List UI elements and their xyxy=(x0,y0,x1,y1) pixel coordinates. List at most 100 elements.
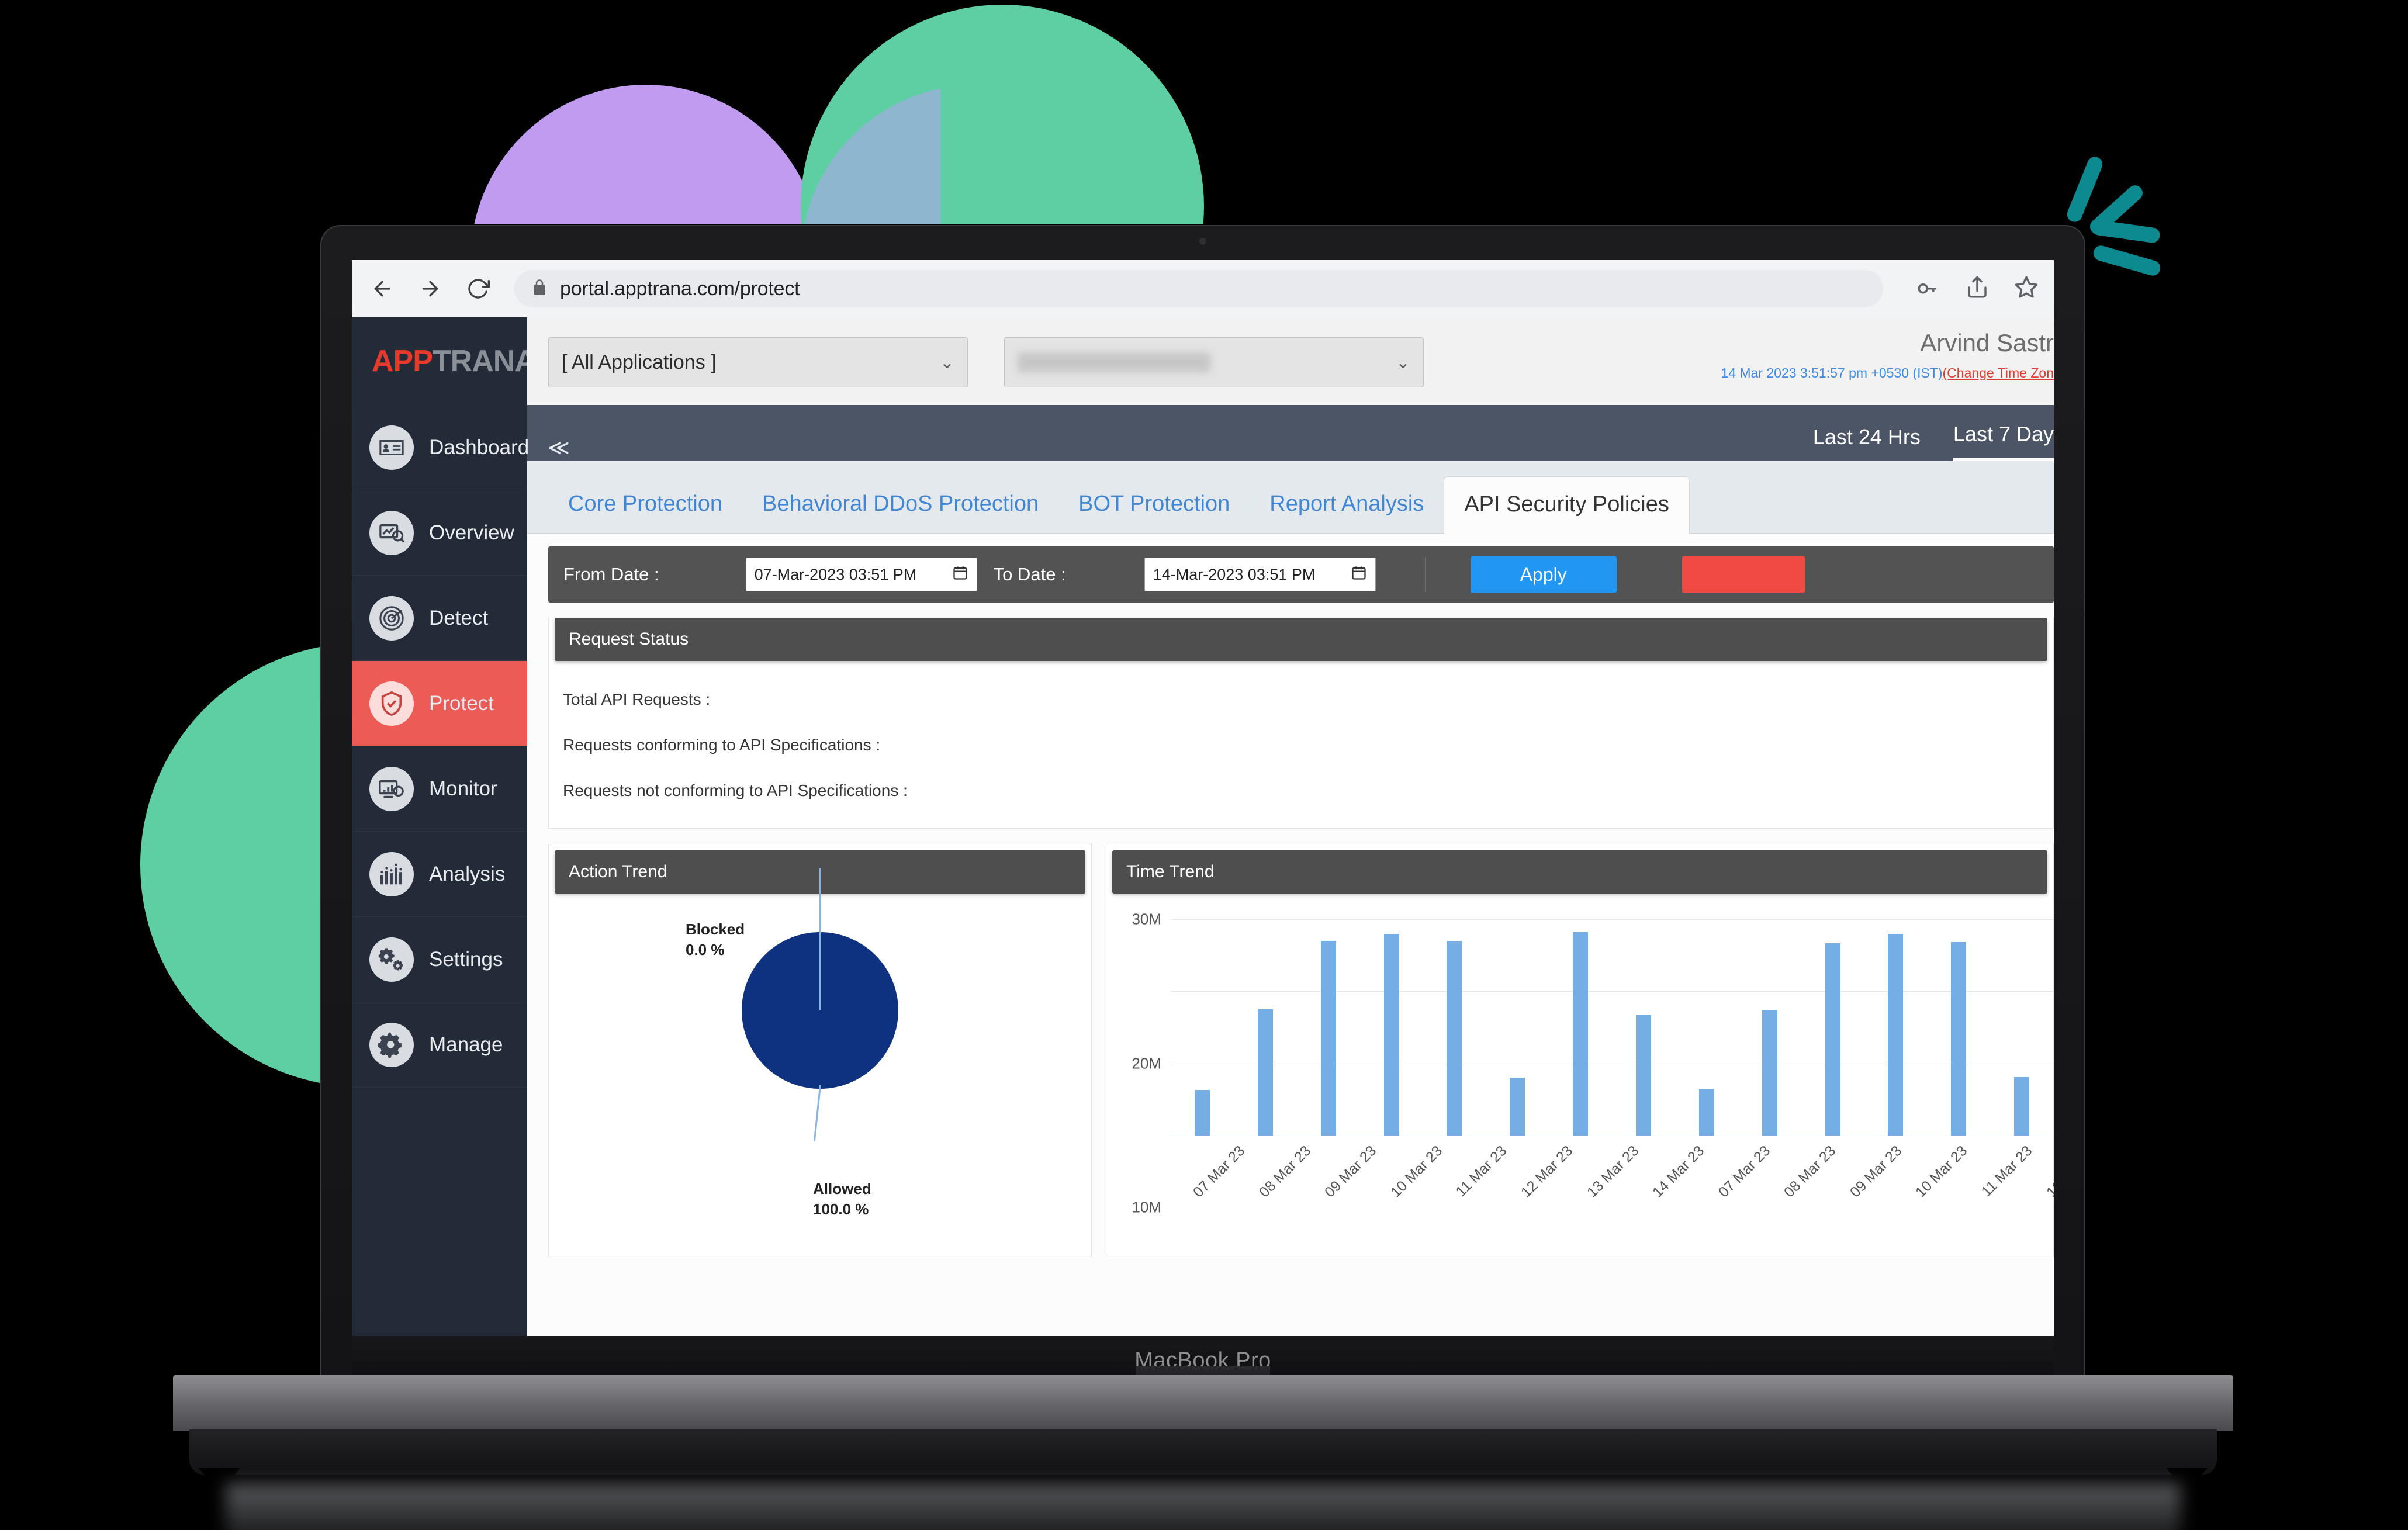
to-date-input[interactable]: 14-Mar-2023 03:51 PM xyxy=(1144,558,1376,591)
reset-button[interactable] xyxy=(1682,556,1805,593)
action-trend-chart: Blocked 0.0 % Allowed 100.0 % xyxy=(549,868,1091,1256)
bar[interactable] xyxy=(1888,933,1904,1136)
address-bar[interactable]: portal.apptrana.com/protect xyxy=(514,270,1883,307)
sidebar-item-settings[interactable]: Settings xyxy=(352,917,527,1002)
sidebar-filler xyxy=(352,1088,527,1336)
apply-button[interactable]: Apply xyxy=(1470,556,1617,593)
tab-api-security-policies[interactable]: API Security Policies xyxy=(1444,476,1690,534)
y-axis-tick-label: 30M xyxy=(1132,910,1161,928)
sidebar-item-dashboard[interactable]: Dashboard ≪ xyxy=(352,405,570,490)
pie-leader-line-blocked xyxy=(819,868,821,1010)
action-trend-card: Action Trend Blocked 0.0 % Allowed 100.0… xyxy=(548,844,1092,1256)
x-axis-tick: 14 Mar 23 xyxy=(1630,1143,1707,1200)
browser-toolbar: portal.apptrana.com/protect xyxy=(352,260,2054,317)
request-status-panel: Request Status Total API Requests : Requ… xyxy=(548,618,2054,829)
tab-report-analysis[interactable]: Report Analysis xyxy=(1250,491,1444,533)
bar[interactable] xyxy=(1951,942,1967,1136)
domain-select[interactable]: ⌄ xyxy=(1004,337,1424,387)
x-axis-tick: 11 Mar 23 xyxy=(1959,1143,2035,1200)
time-trend-chart: 010M20M30M 07 Mar 2308 Mar 2309 Mar 2310… xyxy=(1106,894,2054,1256)
pie-label-allowed-name: Allowed xyxy=(813,1180,871,1197)
pie-label-allowed-value: 100.0 % xyxy=(813,1200,869,1219)
from-date-input[interactable]: 07-Mar-2023 03:51 PM xyxy=(745,558,977,591)
to-date-label: To Date : xyxy=(993,564,1066,584)
arrow-left-icon[interactable] xyxy=(367,274,397,304)
arrow-right-icon[interactable] xyxy=(415,274,445,304)
change-time-zone-link[interactable]: (Change Time Zon xyxy=(1943,365,2054,380)
status-row-non-conforming: Requests not conforming to API Specifica… xyxy=(563,781,908,799)
bar[interactable] xyxy=(1573,932,1589,1136)
status-row-total: Total API Requests : xyxy=(563,690,711,708)
bar[interactable] xyxy=(1762,1010,1777,1136)
bar-column xyxy=(1927,919,1990,1136)
x-axis-tick: 09 Mar 23 xyxy=(1828,1143,1905,1200)
bar-chart-icon xyxy=(369,851,414,896)
y-axis-tick-label: 20M xyxy=(1132,1054,1161,1072)
pie-slice-allowed[interactable] xyxy=(742,868,898,1141)
status-row-conforming: Requests conforming to API Specification… xyxy=(563,736,881,754)
x-axis-tick-label: 10 Mar 23 xyxy=(1912,1143,1971,1201)
calendar-icon[interactable] xyxy=(1351,565,1367,585)
logo-text-trana: TRANA xyxy=(432,344,537,378)
star-icon[interactable] xyxy=(2014,275,2039,303)
bar[interactable] xyxy=(1383,933,1399,1136)
bar[interactable] xyxy=(1320,941,1336,1136)
application-select[interactable]: [ All Applications ] ⌄ xyxy=(548,337,968,387)
sidebar-item-overview[interactable]: Overview xyxy=(352,490,527,576)
sidebar-item-detect[interactable]: Detect xyxy=(352,576,527,661)
user-info: Arvind Sastr 14 Mar 2023 3:51:57 pm +053… xyxy=(1721,329,2054,381)
x-axis-tick: 10 Mar 23 xyxy=(1368,1143,1445,1200)
range-option-last-24-hrs[interactable]: Last 24 Hrs xyxy=(1813,425,1921,461)
logo-text-app: APP xyxy=(372,344,433,378)
calendar-icon[interactable] xyxy=(952,565,968,585)
chart-bars xyxy=(1171,919,2053,1136)
date-filter-bar: From Date : 07-Mar-2023 03:51 PM To Date… xyxy=(548,546,2054,603)
x-axis-tick-label: 08 Mar 23 xyxy=(1781,1143,1839,1201)
tab-bot-protection[interactable]: BOT Protection xyxy=(1058,491,1250,533)
chevron-down-icon: ⌄ xyxy=(939,352,954,372)
x-axis-tick-label: 11 Mar 23 xyxy=(1978,1143,2036,1200)
sidebar-item-monitor[interactable]: Monitor xyxy=(352,746,527,832)
bar-column xyxy=(1486,919,1549,1136)
user-name[interactable]: Arvind Sastr xyxy=(1721,329,2054,357)
key-icon[interactable] xyxy=(1916,275,1940,303)
bar[interactable] xyxy=(1510,1078,1525,1136)
tab-core-protection[interactable]: Core Protection xyxy=(548,491,742,533)
target-icon xyxy=(369,596,414,641)
sidebar-item-protect[interactable]: Protect xyxy=(352,661,527,746)
bar-column xyxy=(1297,919,1360,1136)
x-axis-tick: 10 Mar 23 xyxy=(1893,1143,1970,1200)
x-axis-tick: 07 Mar 23 xyxy=(1696,1143,1773,1200)
bar[interactable] xyxy=(1194,1090,1210,1136)
chevron-down-icon: ⌄ xyxy=(1395,352,1410,372)
bar[interactable] xyxy=(1257,1009,1273,1136)
sidebar-item-label: Detect xyxy=(429,606,489,629)
x-axis-tick-label: 12 Mar 23 xyxy=(1517,1143,1576,1201)
bar[interactable] xyxy=(1698,1089,1714,1136)
tab-behavioral-ddos-protection[interactable]: Behavioral DDoS Protection xyxy=(742,491,1058,533)
from-date-value: 07-Mar-2023 03:51 PM xyxy=(754,565,917,583)
laptop-lid: portal.apptrana.com/protect APP TRANA Da… xyxy=(320,225,2085,1385)
laptop-base xyxy=(173,1375,2233,1530)
sidebar-item-analysis[interactable]: Analysis xyxy=(352,832,527,917)
x-axis-tick-label: 10 Mar 23 xyxy=(1387,1143,1446,1201)
collapse-sidebar-icon[interactable]: ≪ xyxy=(548,435,570,460)
range-option-last-7-days[interactable]: Last 7 Day xyxy=(1953,422,2054,461)
domain-select-value-redacted xyxy=(1018,352,1210,372)
request-status-body: Total API Requests : Requests conforming… xyxy=(549,661,2053,828)
sidebar-item-manage[interactable]: Manage xyxy=(352,1002,527,1088)
bar[interactable] xyxy=(1447,941,1462,1136)
from-date-label: From Date : xyxy=(563,564,659,584)
share-icon[interactable] xyxy=(1965,275,1990,303)
bar[interactable] xyxy=(1825,943,1840,1136)
pie-leader-line-allowed xyxy=(813,1085,821,1141)
app-header: [ All Applications ] ⌄ ⌄ Arvind Sastr 14 xyxy=(527,317,2054,405)
x-axis-tick-label: 07 Mar 23 xyxy=(1715,1143,1774,1201)
x-axis-tick-label: 08 Mar 23 xyxy=(1255,1143,1314,1201)
chart-x-axis-labels: 07 Mar 23 08 Mar 23 09 Mar 23 10 Mar 23 11 M… xyxy=(1171,1143,2054,1200)
x-axis-tick-label: 11 Mar 23 xyxy=(1452,1143,1510,1200)
bar[interactable] xyxy=(2014,1077,2030,1136)
reload-icon[interactable] xyxy=(463,274,493,304)
bar-column xyxy=(1612,919,1675,1136)
bar[interactable] xyxy=(1635,1014,1651,1136)
